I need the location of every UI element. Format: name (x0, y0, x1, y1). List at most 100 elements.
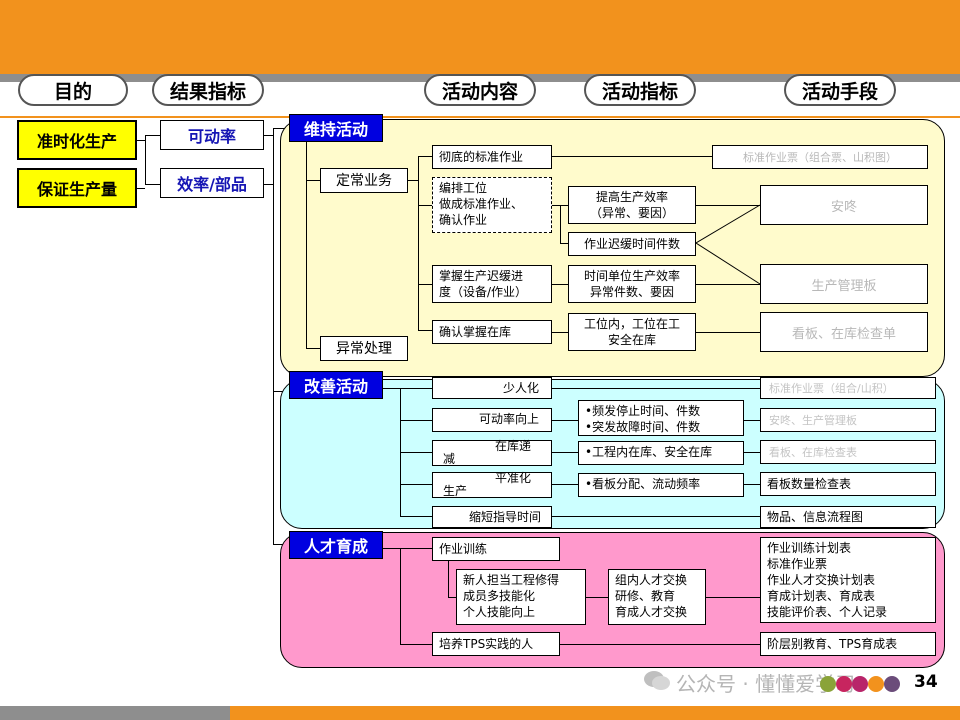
connector (264, 135, 273, 136)
content-delay-progress: 掌握生产迟缓进 度（设备/作业） (432, 265, 552, 303)
means-tps-education: 阶层别教育、TPS育成表 (760, 632, 936, 656)
means-standard-sheet: 标准作业票（组合票、山积图） (712, 145, 928, 169)
means-kanban-check: 看板、在库检查表 (760, 440, 936, 464)
content-fewer-workers: 少人化 (432, 377, 552, 399)
connector (418, 156, 432, 157)
connector (400, 516, 432, 517)
talent-header: 人才育成 (289, 531, 383, 559)
means-standard-sheet-2: 标准作业票（组合/山积） (760, 377, 936, 399)
means-production-board: 生产管理板 (760, 264, 928, 304)
content-standard-work: 彻底的标准作业 (432, 145, 552, 169)
means-andon-board: 安咚、生产管理板 (760, 408, 936, 432)
purpose-volume: 保证生产量 (17, 168, 137, 208)
header-purpose: 目的 (18, 74, 128, 106)
header-activity-kpi: 活动指标 (584, 74, 696, 106)
content-job-training: 作业训练 (432, 537, 560, 561)
means-kanban-count: 看板数量检查表 (760, 472, 936, 496)
connector (448, 561, 449, 597)
connector (145, 135, 146, 185)
kpi-delay-count: 作业迟缓时间件数 (568, 232, 696, 256)
kpi-talent-exchange: 组内人才交换 研修、教育 育成人才交换 (608, 569, 706, 625)
purpose-jit: 准时化生产 (17, 120, 137, 160)
header-activity-means: 活动手段 (784, 74, 896, 106)
top-banner (0, 0, 960, 74)
decor-circle (852, 676, 868, 692)
connector (306, 348, 320, 349)
means-flow-chart: 物品、信息流程图 (760, 506, 936, 528)
header-divider (0, 116, 960, 118)
connector (418, 284, 432, 285)
connector (560, 205, 561, 243)
connector (383, 388, 432, 389)
connector (560, 243, 568, 244)
connector (400, 452, 432, 453)
means-andon: 安咚 (760, 185, 928, 225)
connector-diagonals (696, 204, 761, 285)
content-inventory: 确认掌握在库 (432, 320, 552, 344)
content-leveling-line2: 生产 (443, 484, 468, 498)
connector (448, 597, 456, 598)
connector (264, 184, 273, 185)
connector (418, 205, 432, 206)
improve-header: 改善活动 (289, 371, 383, 399)
content-inventory-reduce-line2: 减 (443, 452, 456, 466)
connector (744, 452, 760, 453)
content-tps-people: 培养TPS实践的人 (432, 632, 560, 656)
kpi-productivity: 提高生产效率 （异常、要因） (568, 186, 696, 224)
connector (560, 205, 568, 206)
connector (400, 484, 432, 485)
connector (706, 597, 760, 598)
content-arrange-stations: 编排工位 做成标准作业、 确认作业 (432, 177, 552, 233)
connector (400, 644, 432, 645)
decor-circle (868, 676, 884, 692)
connector (137, 188, 145, 189)
kpi-kanban-frequency: •看板分配、流动频率 (578, 473, 744, 497)
connector (400, 420, 432, 421)
connector (552, 205, 560, 206)
connector (552, 452, 578, 453)
connector (418, 156, 419, 330)
header-result-kpi: 结果指标 (152, 74, 264, 106)
connector (137, 140, 145, 141)
connector (273, 128, 274, 544)
bottom-orange-bar (230, 706, 960, 720)
kpi-efficiency: 效率/部品 (160, 168, 264, 198)
connector (744, 420, 760, 421)
connector (552, 420, 578, 421)
content-inventory-reduce: 在库递 减 (432, 439, 552, 466)
connector (552, 516, 760, 517)
kpi-process-stock: •工程内在库、安全在库 (578, 441, 744, 465)
connector (400, 548, 401, 644)
routine-work: 定常业务 (320, 168, 408, 193)
connector (586, 597, 608, 598)
connector (552, 484, 578, 485)
content-leveling-line1: 平准化 (495, 471, 532, 485)
decor-circle (836, 676, 852, 692)
content-availability-up: 可动率向上 (432, 408, 552, 432)
connector (383, 548, 432, 549)
means-training-plans: 作业训练计划表 标准作业票 作业人才交换计划表 育成计划表、育成表 技能评价表、… (760, 537, 936, 623)
kpi-safety-stock: 工位内，工位在工 安全在库 (568, 313, 696, 351)
means-kanban-sheet: 看板、在库检查单 (760, 312, 928, 352)
kpi-unit-productivity: 时间单位生产效率 异常件数、要因 (568, 265, 696, 303)
kpi-availability: 可动率 (160, 120, 264, 150)
page-number: 34 (914, 672, 938, 692)
connector (306, 142, 307, 348)
content-lead-time: 缩短指导时间 (432, 506, 552, 528)
kpi-stoppage: •频发停止时间、件数 •突发故障时间、件数 (578, 400, 744, 436)
connector (560, 644, 760, 645)
content-multi-skill: 新人担当工程修得 成员多技能化 个人技能向上 (456, 569, 586, 625)
connector (552, 284, 568, 285)
maintain-header: 维持活动 (289, 114, 383, 142)
connector (306, 180, 320, 181)
bottom-gray-bar (0, 706, 230, 720)
decor-circle (820, 676, 836, 692)
connector (696, 332, 760, 333)
connector (408, 180, 418, 181)
decor-circle (884, 676, 900, 692)
connector (145, 184, 160, 185)
connector (744, 484, 760, 485)
connector (145, 135, 160, 136)
content-leveling: 平准化 生产 (432, 471, 552, 498)
connector (552, 388, 760, 389)
